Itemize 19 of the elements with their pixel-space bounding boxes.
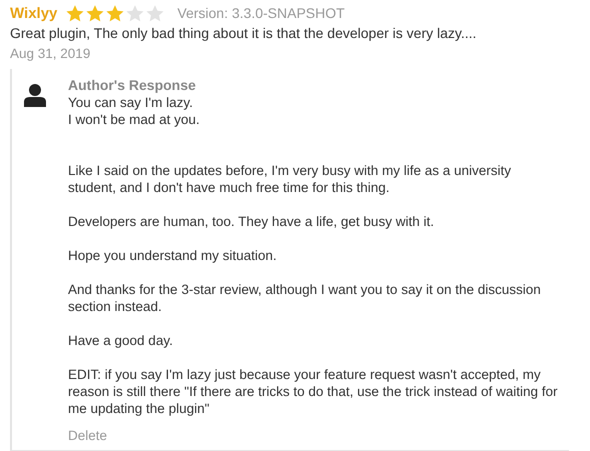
star-icon: [65, 4, 86, 22]
reviewer-name[interactable]: Wixlyy: [10, 4, 58, 22]
response-paragraph: Hope you understand my situation.: [68, 247, 278, 264]
version-label: Version: 3.3.0-SNAPSHOT: [177, 5, 345, 21]
delete-link[interactable]: Delete: [68, 427, 108, 444]
star-icon: [145, 4, 166, 22]
review-date: Aug 31, 2019: [10, 46, 92, 61]
response-paragraph: EDIT: if you say I'm lazy just because your feature request wasn't accepted, my reason is still there "If there are tricks to do that, use the trick instead of waiting for me updating the plugin": [68, 366, 558, 417]
review-text: Great plugin, The only bad thing about it is that the developer is very lazy....: [10, 25, 478, 41]
star-icon: [85, 4, 106, 22]
star-icon: [105, 4, 126, 22]
response-paragraph: You can say I'm lazy. I won't be mad at you.: [68, 94, 201, 128]
response-title: Author's Response: [68, 77, 197, 94]
star-icon: [125, 4, 146, 22]
response-paragraph: Have a good day.: [68, 332, 174, 349]
person-icon: [24, 83, 46, 107]
response-paragraph: Like I said on the updates before, I'm very busy with my life as a university student, and I don't have much free time for this thing.: [68, 162, 512, 196]
response-paragraph: And thanks for the 3-star review, although I want you to say it on the discussion section instead.: [68, 281, 542, 315]
response-paragraph: Developers are human, too. They have a life, get busy with it.: [68, 213, 435, 230]
